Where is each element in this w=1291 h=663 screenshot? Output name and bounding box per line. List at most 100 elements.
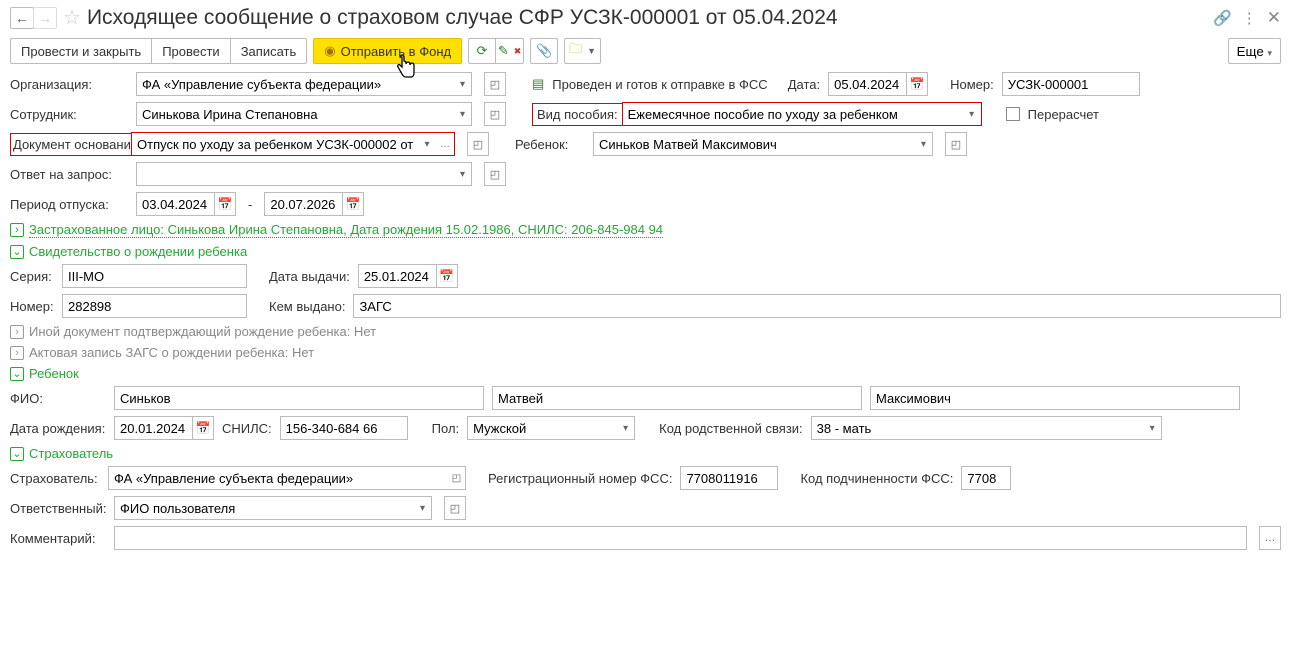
open-insurer-icon[interactable]: ◰ [448, 466, 466, 490]
chevron-down-icon[interactable]: ▾ [963, 103, 981, 125]
cert-series-input[interactable] [62, 264, 247, 288]
responsible-input[interactable] [114, 496, 414, 520]
save-button[interactable]: Записать [231, 38, 308, 64]
gender-input[interactable] [467, 416, 617, 440]
benefit-type-input[interactable] [623, 103, 963, 125]
open-employee-button[interactable]: ◰ [484, 102, 506, 126]
birth-cert-section[interactable]: ⌄ Свидетельство о рождении ребенка [10, 244, 1281, 259]
insurer-combo[interactable]: ◰ [108, 466, 466, 490]
child-input[interactable] [593, 132, 915, 156]
child-birth-input[interactable]: 📅 [114, 416, 214, 440]
chevron-down-icon: ▾ [1267, 48, 1272, 58]
expand-icon[interactable]: › [10, 346, 24, 360]
expand-icon[interactable]: › [10, 325, 24, 339]
child-label: Ребенок: [515, 137, 585, 152]
recalc-checkbox[interactable] [1006, 107, 1020, 121]
send-to-fund-button[interactable]: ◉ Отправить в Фонд [313, 38, 462, 64]
doc-date-input[interactable]: 📅 [828, 72, 928, 96]
insurer-input[interactable] [108, 466, 448, 490]
insurer-section[interactable]: ⌄ Страхователь [10, 446, 1281, 461]
chevron-down-icon[interactable]: ▾ [414, 496, 432, 520]
refresh-icon: ⟳ [477, 43, 488, 59]
comment-ellipsis-button[interactable]: … [1259, 526, 1281, 550]
calendar-icon[interactable]: 📅 [192, 416, 214, 440]
chevron-down-icon[interactable]: ▾ [915, 132, 933, 156]
post-and-close-button[interactable]: Провести и закрыть [10, 38, 152, 64]
insured-person-info[interactable]: Застрахованное лицо: Синькова Ирина Степ… [29, 222, 663, 238]
forward-button[interactable]: → [33, 7, 57, 29]
relation-input[interactable] [811, 416, 1144, 440]
open-org-button[interactable]: ◰ [484, 72, 506, 96]
open-responsible-button[interactable]: ◰ [444, 496, 466, 520]
date-label: Дата: [788, 77, 820, 92]
calendar-icon[interactable]: 📅 [906, 72, 928, 96]
doc-number-input[interactable] [1002, 72, 1140, 96]
response-combo[interactable]: ▾ [136, 162, 472, 186]
post-button[interactable]: Провести [152, 38, 231, 64]
refresh-button[interactable]: ⟳ [468, 38, 496, 64]
chevron-down-icon[interactable]: ▾ [418, 133, 436, 155]
response-input[interactable] [136, 162, 454, 186]
employee-label: Сотрудник: [10, 107, 128, 122]
chevron-down-icon[interactable]: ▾ [454, 102, 472, 126]
gender-label: Пол: [432, 421, 460, 436]
zags-record-section[interactable]: › Актовая запись ЗАГС о рождении ребенка… [10, 345, 1281, 360]
responsible-combo[interactable]: ▾ [114, 496, 432, 520]
benefit-type-combo[interactable]: ▾ [622, 102, 982, 126]
attach-button[interactable]: 📎 [530, 38, 558, 64]
pencil-icon: ✎ [498, 43, 509, 59]
more-button[interactable]: Еще ▾ [1228, 38, 1281, 64]
child-section[interactable]: ⌄ Ребенок [10, 366, 1281, 381]
org-combo[interactable]: ▾ [136, 72, 472, 96]
cert-issue-date-input[interactable]: 📅 [358, 264, 458, 288]
employee-combo[interactable]: ▾ [136, 102, 472, 126]
child-lastname-input[interactable] [114, 386, 484, 410]
insured-person-section[interactable]: › Застрахованное лицо: Синькова Ирина Ст… [10, 222, 1281, 238]
kebab-menu-icon[interactable]: ⋮ [1242, 9, 1257, 27]
calendar-icon[interactable]: 📅 [342, 192, 364, 216]
favorite-star-icon[interactable]: ☆ [63, 5, 81, 30]
child-snils-input[interactable] [280, 416, 408, 440]
collapse-icon[interactable]: ⌄ [10, 447, 24, 461]
other-doc-title: Иной документ подтверждающий рождение ре… [29, 324, 376, 339]
close-icon[interactable]: ✕ [1267, 8, 1281, 28]
open-child-button[interactable]: ◰ [945, 132, 967, 156]
chevron-down-icon: ▼ [587, 46, 596, 56]
org-input[interactable] [136, 72, 454, 96]
relation-combo[interactable]: ▾ [811, 416, 1281, 440]
expand-icon[interactable]: › [10, 223, 24, 237]
other-doc-section[interactable]: › Иной документ подтверждающий рождение … [10, 324, 1281, 339]
period-from-input[interactable]: 📅 [136, 192, 236, 216]
employee-input[interactable] [136, 102, 454, 126]
basis-doc-input[interactable] [132, 133, 418, 155]
fss-reg-input[interactable] [680, 466, 778, 490]
child-firstname-input[interactable] [492, 386, 862, 410]
collapse-icon[interactable]: ⌄ [10, 245, 24, 259]
open-basis-button[interactable]: ◰ [467, 132, 489, 156]
fss-sub-input[interactable] [961, 466, 1011, 490]
open-response-button[interactable]: ◰ [484, 162, 506, 186]
calendar-icon[interactable]: 📅 [214, 192, 236, 216]
link-icon[interactable]: 🔗 [1213, 9, 1232, 27]
child-patronymic-input[interactable] [870, 386, 1240, 410]
chevron-down-icon[interactable]: ▾ [1144, 416, 1162, 440]
doc-status-icon: ▤ [532, 76, 544, 92]
child-combo[interactable]: ▾ [593, 132, 933, 156]
chevron-down-icon[interactable]: ▾ [454, 72, 472, 96]
collapse-icon[interactable]: ⌄ [10, 367, 24, 381]
page-title: Исходящее сообщение о страховом случае С… [87, 6, 1207, 30]
org-label: Организация: [10, 77, 128, 92]
gender-combo[interactable]: ▾ [467, 416, 635, 440]
calendar-icon[interactable]: 📅 [436, 264, 458, 288]
chevron-down-icon[interactable]: ▾ [617, 416, 635, 440]
basis-doc-combo[interactable]: ▾ … [131, 132, 455, 156]
folder-dropdown-button[interactable]: 🗀 ▼ [564, 38, 601, 64]
cert-issued-by-input[interactable] [353, 294, 1281, 318]
comment-input[interactable] [114, 526, 1247, 550]
chevron-down-icon[interactable]: ▾ [454, 162, 472, 186]
back-button[interactable]: ← [10, 7, 34, 29]
cert-number-input[interactable] [62, 294, 247, 318]
edit-green-button[interactable]: ✎✖ [496, 38, 524, 64]
period-to-input[interactable]: 📅 [264, 192, 364, 216]
ellipsis-icon[interactable]: … [436, 133, 454, 155]
